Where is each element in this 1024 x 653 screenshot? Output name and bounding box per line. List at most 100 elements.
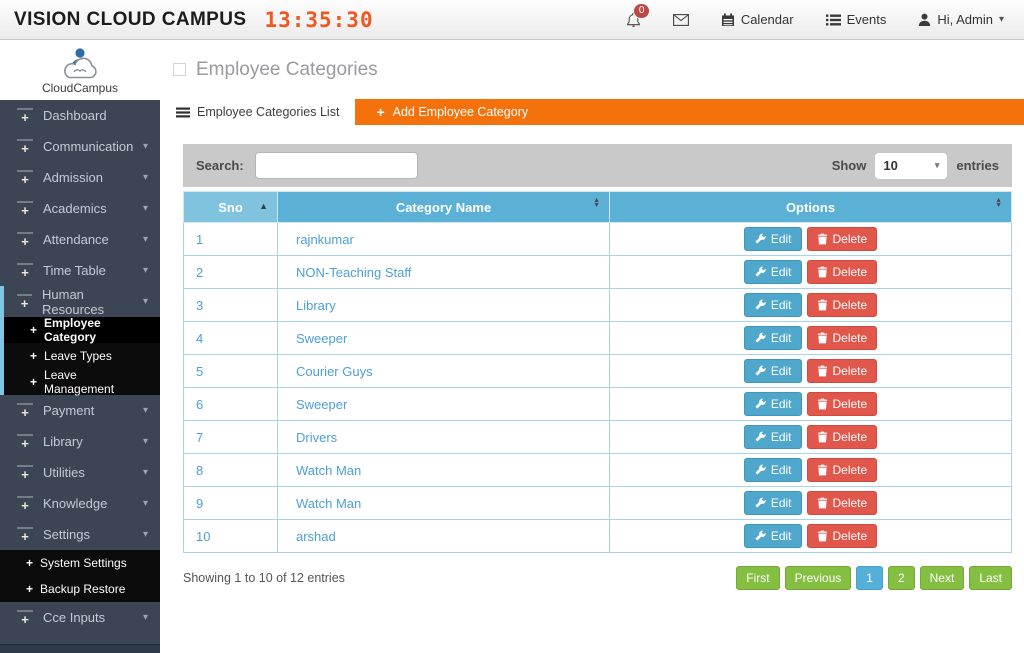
delete-button[interactable]: Delete — [807, 359, 878, 383]
sort-ascending-icon: ▲ — [259, 201, 268, 211]
sidebar-item-knowledge[interactable]: + Knowledge ▾ — [0, 488, 160, 519]
edit-button[interactable]: Edit — [744, 326, 802, 350]
messages-button[interactable] — [673, 14, 689, 26]
page-size-select[interactable]: 10 ▾ — [875, 153, 947, 179]
pagination-first-button[interactable]: First — [736, 566, 779, 590]
button-label: Edit — [771, 496, 792, 510]
sidebar-item-employee-category[interactable]: + Employee Category — [4, 317, 160, 343]
button-label: Delete — [833, 331, 868, 345]
events-button[interactable]: Events — [826, 12, 887, 27]
pagination-page-1-button[interactable]: 1 — [856, 566, 883, 590]
delete-button[interactable]: Delete — [807, 293, 878, 317]
tab-label: Employee Categories List — [197, 105, 339, 119]
search-input[interactable] — [255, 152, 418, 179]
sidebar-item-label: Leave Management — [44, 368, 148, 396]
button-label: Edit — [771, 298, 792, 312]
sidebar-item-human-resources[interactable]: + Human Resources ▾ — [0, 286, 160, 317]
delete-button[interactable]: Delete — [807, 458, 878, 482]
sidebar-item-label: Dashboard — [43, 108, 107, 123]
tab-employee-categories-list[interactable]: Employee Categories List — [160, 99, 355, 125]
tab-add-employee-category[interactable]: + Add Employee Category — [355, 99, 1024, 125]
plus-icon: + — [26, 583, 33, 596]
edit-button[interactable]: Edit — [744, 524, 802, 548]
plus-icon: + — [17, 263, 33, 279]
pagination-last-button[interactable]: Last — [969, 566, 1012, 590]
calendar-button[interactable]: Calendar — [721, 12, 794, 27]
delete-button[interactable]: Delete — [807, 326, 878, 350]
plus-icon: + — [30, 350, 37, 363]
button-label: Edit — [771, 364, 792, 378]
sidebar-item-dashboard[interactable]: + Dashboard — [0, 100, 160, 131]
table-row: 2 NON-Teaching Staff EditDelete — [184, 256, 1012, 289]
settings-submenu: + System Settings + Backup Restore — [0, 550, 160, 602]
edit-button[interactable]: Edit — [744, 491, 802, 515]
delete-button[interactable]: Delete — [807, 524, 878, 548]
sidebar-item-leave-types[interactable]: + Leave Types — [4, 343, 160, 369]
pagination-previous-button[interactable]: Previous — [785, 566, 852, 590]
edit-button[interactable]: Edit — [744, 458, 802, 482]
column-header-label: Options — [786, 200, 835, 215]
sidebar-item-backup-restore[interactable]: + Backup Restore — [0, 576, 160, 602]
tab-bar: Employee Categories List + Add Employee … — [160, 99, 1024, 125]
sno-cell: 9 — [184, 487, 278, 520]
delete-button[interactable]: Delete — [807, 227, 878, 251]
delete-button[interactable]: Delete — [807, 425, 878, 449]
button-label: Delete — [833, 232, 868, 246]
pagination-next-button[interactable]: Next — [920, 566, 965, 590]
sidebar-item-leave-management[interactable]: + Leave Management — [4, 369, 160, 395]
pagination-page-2-button[interactable]: 2 — [888, 566, 915, 590]
sidebar-item-library[interactable]: + Library ▾ — [0, 426, 160, 457]
page-size-value: 10 — [883, 158, 897, 173]
category-cell: Sweeper — [278, 388, 610, 421]
sidebar-item-academics[interactable]: + Academics ▾ — [0, 193, 160, 224]
human-resources-submenu: + Employee Category + Leave Types + Leav… — [0, 317, 160, 395]
sidebar-item-payment[interactable]: + Payment ▾ — [0, 395, 160, 426]
column-header-category-name[interactable]: Category Name ▲▼ — [278, 192, 610, 223]
sno-cell: 6 — [184, 388, 278, 421]
sno-cell: 5 — [184, 355, 278, 388]
options-cell: Edit Delete — [610, 487, 1012, 520]
sidebar-item-label: Attendance — [43, 232, 109, 247]
sidebar-item-cce-inputs[interactable]: + Cce Inputs ▾ — [0, 602, 160, 633]
sidebar-item-time-table[interactable]: + Time Table ▾ — [0, 255, 160, 286]
edit-button[interactable]: Edit — [744, 293, 802, 317]
edit-button[interactable]: Edit — [744, 392, 802, 416]
column-header-sno[interactable]: Sno ▲ — [184, 192, 278, 223]
sidebar-item-settings[interactable]: + Settings ▾ — [0, 519, 160, 550]
sidebar-item-label: System Settings — [40, 556, 127, 570]
calendar-icon — [721, 13, 735, 27]
top-header: VISION CLOUD CAMPUS 13:35:30 0 Calendar … — [0, 0, 1024, 40]
sidebar-item-label: Employee Category — [44, 316, 148, 344]
plus-icon: + — [17, 465, 33, 481]
user-menu[interactable]: Hi, Admin ▾ — [918, 12, 1004, 27]
chevron-down-icon: ▾ — [143, 265, 148, 276]
delete-button[interactable]: Delete — [807, 491, 878, 515]
column-header-options[interactable]: Options ▲▼ — [610, 192, 1012, 223]
notifications-button[interactable]: 0 — [626, 12, 641, 28]
delete-button[interactable]: Delete — [807, 260, 878, 284]
table-row: 6 Sweeper EditDelete — [184, 388, 1012, 421]
sidebar-item-label: Knowledge — [43, 496, 107, 511]
sidebar-item-communication[interactable]: + Communication ▾ — [0, 131, 160, 162]
sno-cell: 2 — [184, 256, 278, 289]
delete-button[interactable]: Delete — [807, 392, 878, 416]
category-cell: Watch Man — [278, 487, 610, 520]
options-cell: Edit Delete — [610, 223, 1012, 256]
edit-button[interactable]: Edit — [744, 425, 802, 449]
sidebar-item-admission[interactable]: + Admission ▾ — [0, 162, 160, 193]
show-entries-group: Show 10 ▾ entries — [832, 153, 999, 179]
button-label: Edit — [771, 232, 792, 246]
plus-icon: + — [17, 434, 33, 450]
edit-button[interactable]: Edit — [744, 260, 802, 284]
table-row: 1 rajnkumar EditDelete — [184, 223, 1012, 256]
sidebar-item-attendance[interactable]: + Attendance ▾ — [0, 224, 160, 255]
sidebar-item-system-settings[interactable]: + System Settings — [0, 550, 160, 576]
sno-cell: 10 — [184, 520, 278, 553]
page-header: Employee Categories — [160, 40, 1024, 99]
edit-button[interactable]: Edit — [744, 359, 802, 383]
chevron-down-icon: ▾ — [143, 498, 148, 509]
plus-icon: + — [17, 403, 33, 419]
sidebar-item-utilities[interactable]: + Utilities ▾ — [0, 457, 160, 488]
edit-button[interactable]: Edit — [744, 227, 802, 251]
table-row: 7 Drivers EditDelete — [184, 421, 1012, 454]
